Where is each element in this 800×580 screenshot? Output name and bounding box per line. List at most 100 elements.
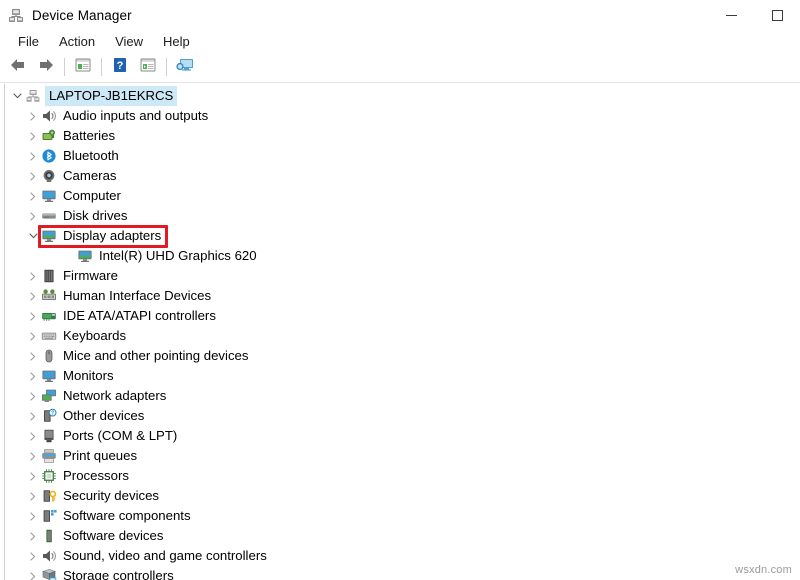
tree-item[interactable]: Display adapters [5,226,800,246]
tree-item[interactable]: Intel(R) UHD Graphics 620 [5,246,800,266]
tree-item-label: Computer [63,188,121,203]
tree-item-label-wrap: Security devices [63,486,159,506]
chevron-right-icon[interactable] [25,526,41,546]
tree-item[interactable]: Print queues [5,446,800,466]
forward-button[interactable] [32,54,60,80]
chevron-right-icon[interactable] [25,126,41,146]
tree-item-label: Audio inputs and outputs [63,108,208,123]
tree-item-label: Software components [63,508,191,523]
tree-item-label-wrap: Other devices [63,406,144,426]
chevron-right-icon[interactable] [25,406,41,426]
tree-item-label: IDE ATA/ATAPI controllers [63,308,216,323]
tree-item-label: Cameras [63,168,117,183]
tree-item-label: Security devices [63,488,159,503]
tree-item[interactable]: Cameras [5,166,800,186]
tree-item[interactable]: Disk drives [5,206,800,226]
tree-item[interactable]: Keyboards [5,326,800,346]
display-adapter-icon [41,228,57,244]
menu-item-help[interactable]: Help [153,32,200,51]
chevron-down-icon[interactable] [9,86,25,106]
menu-item-view[interactable]: View [105,32,153,51]
tree-item[interactable]: Human Interface Devices [5,286,800,306]
back-icon [9,57,27,78]
chevron-right-icon[interactable] [25,166,41,186]
scan-hardware-changes-icon [175,57,195,78]
tree-item[interactable]: LAPTOP-JB1EKRCS [5,86,800,106]
tree-item-label-wrap: Firmware [63,266,118,286]
tree-item[interactable]: Processors [5,466,800,486]
chevron-right-icon[interactable] [25,486,41,506]
disk-drive-icon [41,208,57,224]
update-driver-button[interactable] [134,54,162,80]
chevron-right-icon[interactable] [25,446,41,466]
tree-item[interactable]: Bluetooth [5,146,800,166]
software-device-icon [41,528,57,544]
tree-item[interactable]: IDE ATA/ATAPI controllers [5,306,800,326]
tree-item-label: Batteries [63,128,115,143]
speaker-icon [41,108,57,124]
tree-item[interactable]: Software devices [5,526,800,546]
tree-item[interactable]: Audio inputs and outputs [5,106,800,126]
tree-item-label-wrap: Display adapters [63,226,161,246]
tree-item[interactable]: Ports (COM & LPT) [5,426,800,446]
chevron-right-icon[interactable] [25,326,41,346]
tree-item-label: Human Interface Devices [63,288,211,303]
tree-item-label-wrap: Print queues [63,446,137,466]
forward-icon [37,57,55,78]
maximize-button[interactable] [754,0,800,30]
tree-item[interactable]: ?Other devices [5,406,800,426]
tree-item-label-wrap: Storage controllers [63,566,174,580]
chevron-right-icon[interactable] [25,466,41,486]
tree-item[interactable]: Network adapters [5,386,800,406]
scan-hardware-changes-button[interactable] [171,54,199,80]
network-adapter-icon [41,388,57,404]
ide-controller-icon [41,308,57,324]
chevron-down-icon[interactable] [25,226,41,246]
chevron-right-icon[interactable] [25,366,41,386]
chevron-right-icon[interactable] [25,426,41,446]
tree-item[interactable]: Software components [5,506,800,526]
tree-item[interactable]: Security devices [5,486,800,506]
chevron-right-icon[interactable] [25,386,41,406]
computer-root-icon [25,88,41,104]
help-button[interactable]: ? [106,54,134,80]
tree-item[interactable]: Monitors [5,366,800,386]
tree-item-label-wrap: Software components [63,506,191,526]
tree-item-label: Network adapters [63,388,166,403]
chevron-right-icon[interactable] [25,286,41,306]
tree-item-label-wrap: Sound, video and game controllers [63,546,267,566]
menu-item-file[interactable]: File [8,32,49,51]
tree-item-label-wrap: Mice and other pointing devices [63,346,248,366]
chevron-right-icon[interactable] [25,546,41,566]
window-title: Device Manager [32,8,132,23]
tree-item[interactable]: Computer [5,186,800,206]
security-device-icon [41,488,57,504]
battery-icon [41,128,57,144]
chevron-right-icon[interactable] [25,266,41,286]
tree-item[interactable]: Batteries [5,126,800,146]
chevron-right-icon[interactable] [25,306,41,326]
properties-button[interactable] [69,54,97,80]
watermark: wsxdn.com [735,564,792,576]
chevron-right-icon[interactable] [25,566,41,580]
tree-item-label: Disk drives [63,208,127,223]
device-tree-panel[interactable]: LAPTOP-JB1EKRCS Audio inputs and outputs B… [4,84,800,580]
menu-item-action[interactable]: Action [49,32,105,51]
chevron-right-icon[interactable] [25,106,41,126]
chevron-right-icon[interactable] [25,206,41,226]
back-button[interactable] [4,54,32,80]
storage-controller-icon [41,568,57,580]
tree-item-label: Other devices [63,408,144,423]
bluetooth-icon [41,148,57,164]
chevron-right-icon[interactable] [25,346,41,366]
firmware-icon [41,268,57,284]
chevron-right-icon[interactable] [25,146,41,166]
minimize-button[interactable] [708,0,754,30]
chevron-right-icon[interactable] [25,186,41,206]
tree-item-label: Sound, video and game controllers [63,548,267,563]
tree-item[interactable]: Firmware [5,266,800,286]
chevron-right-icon[interactable] [25,506,41,526]
tree-item[interactable]: Storage controllers [5,566,800,580]
tree-item[interactable]: Mice and other pointing devices [5,346,800,366]
tree-item[interactable]: Sound, video and game controllers [5,546,800,566]
